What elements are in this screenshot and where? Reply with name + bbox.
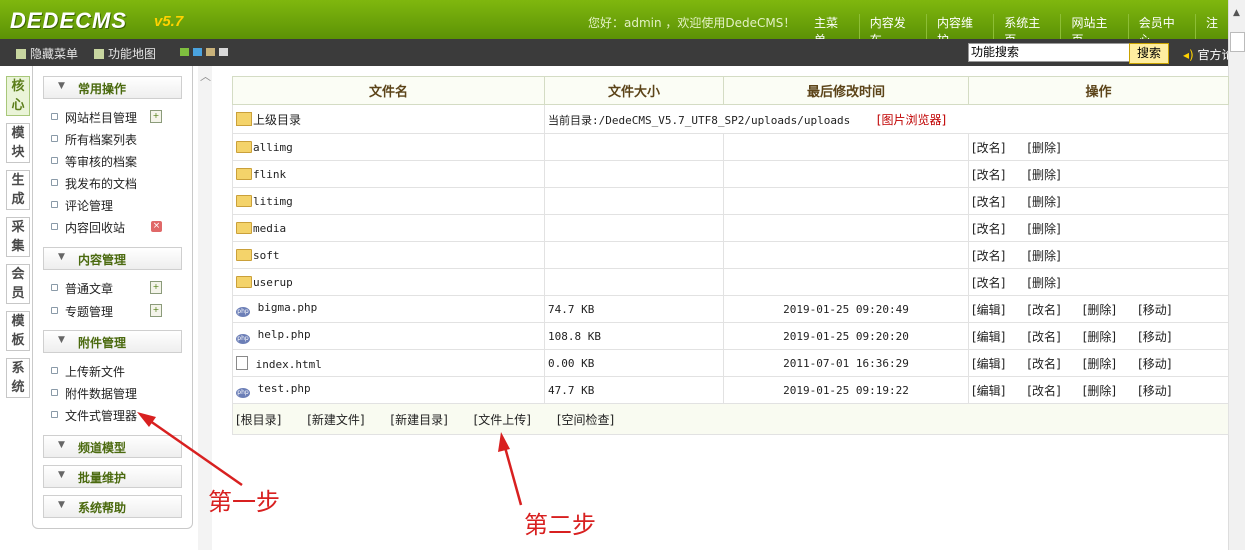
scroll-thumb[interactable] [1230,32,1245,52]
window-scrollbar[interactable] [1228,0,1245,550]
annotation-arrows [137,412,523,506]
step2-arrowhead [498,432,510,452]
step1-arrow [142,414,243,487]
step1-arrowhead [137,412,156,427]
step2-label: 第二步 [524,511,596,539]
scroll-up-arrow-icon[interactable]: ▲ [1229,6,1244,21]
step1-label: 第一步 [208,488,280,516]
